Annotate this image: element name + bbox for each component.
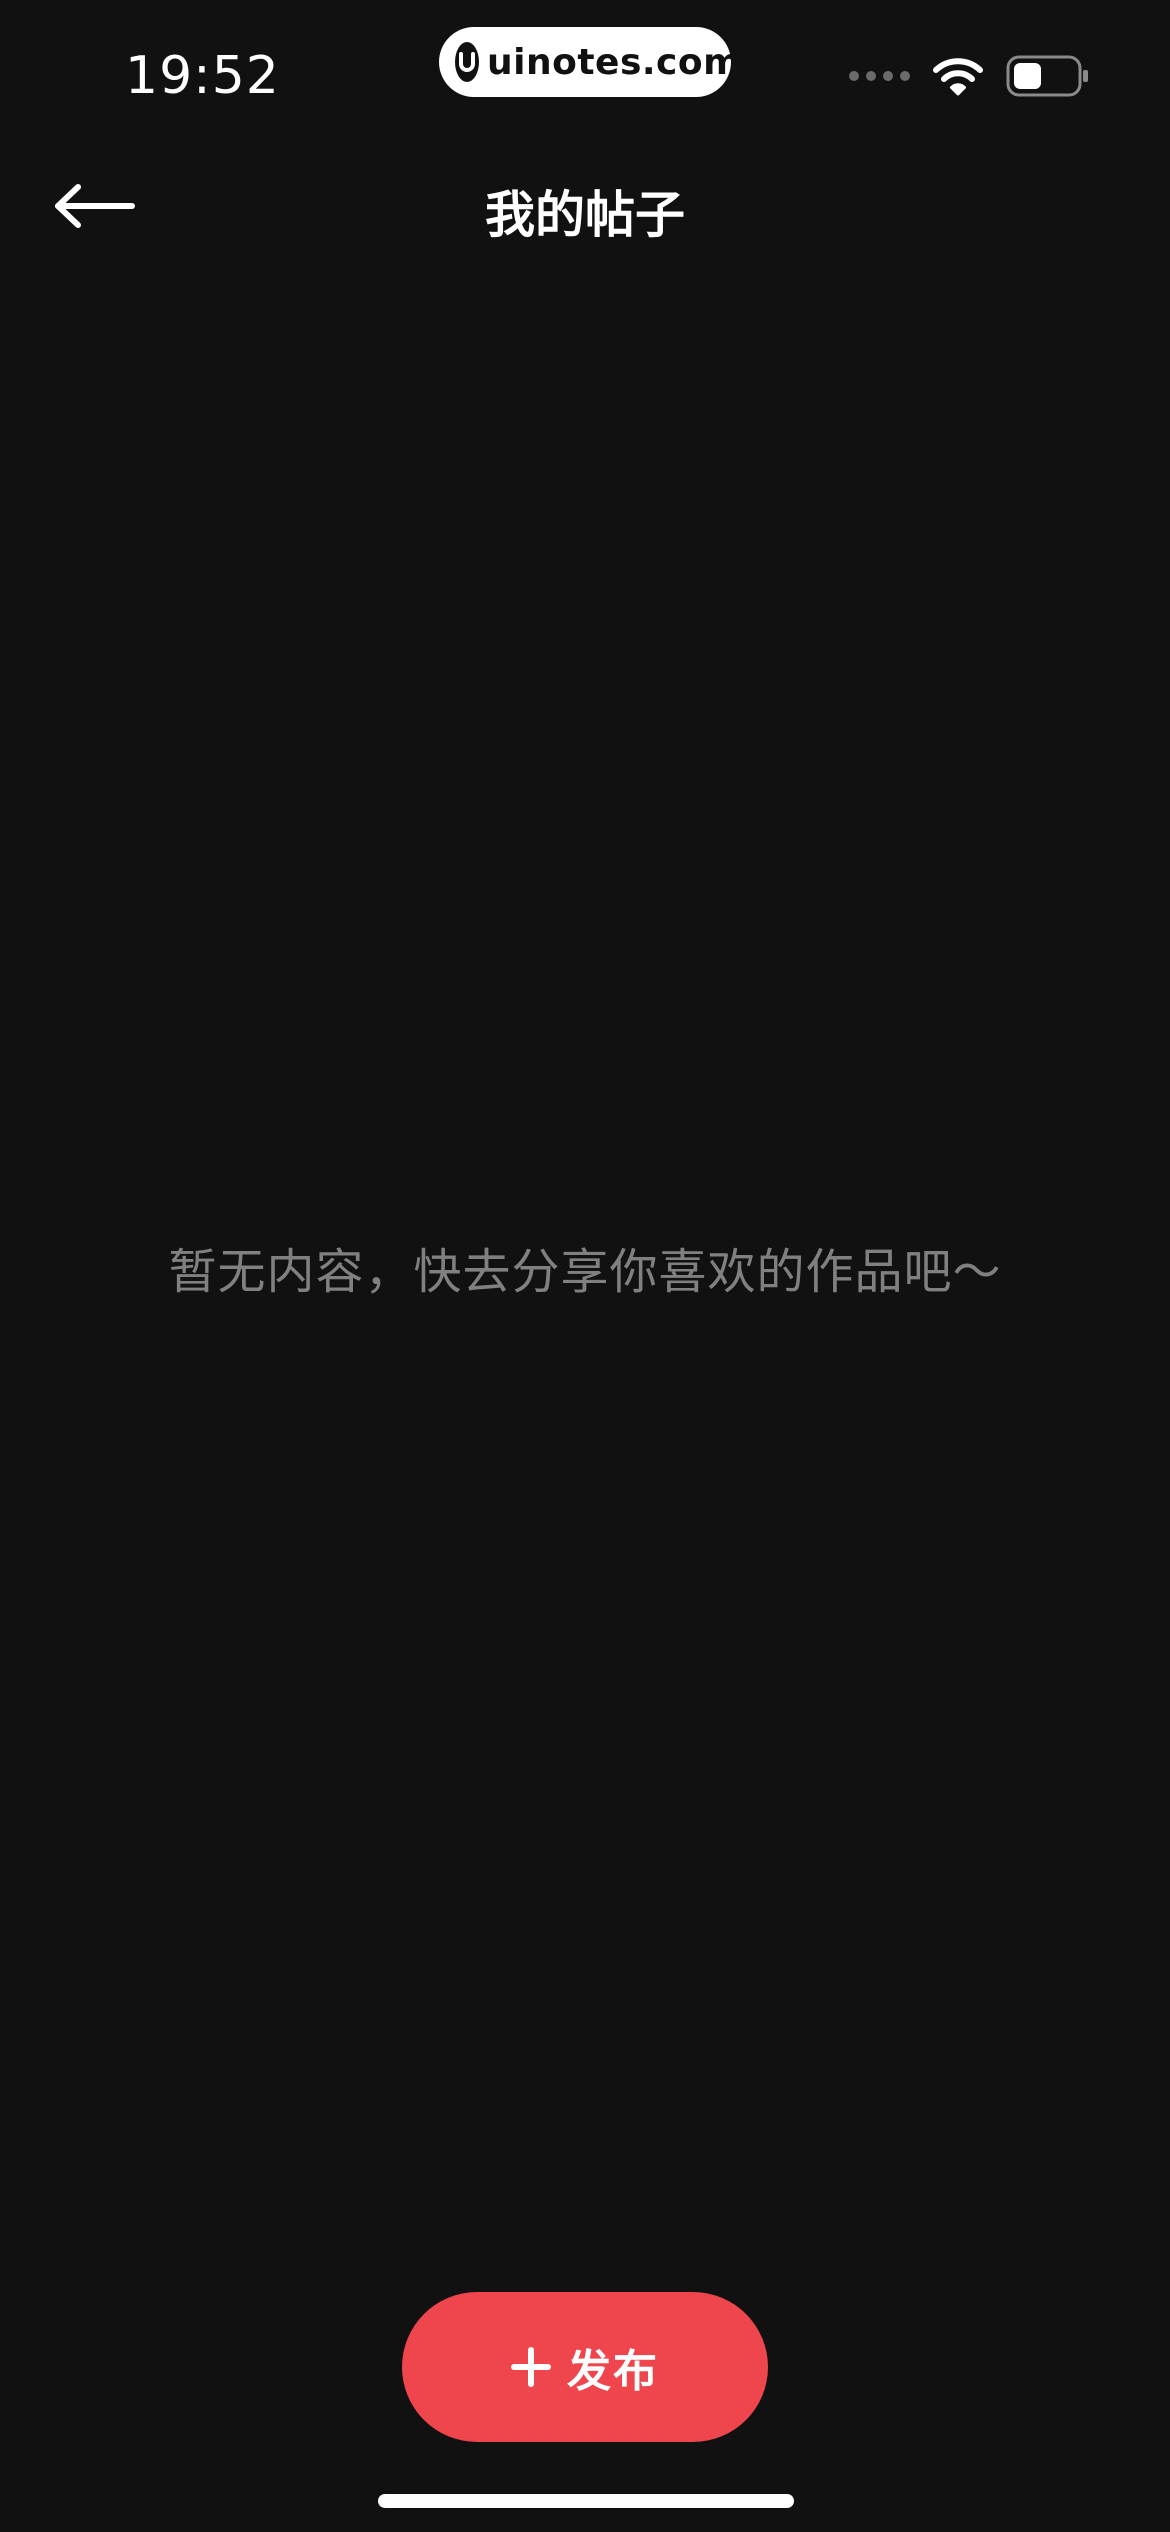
home-indicator[interactable] (378, 2494, 794, 2508)
page-title: 我的帖子 (485, 186, 685, 244)
wifi-icon (933, 58, 983, 96)
watermark-text: uinotes.com (487, 41, 742, 83)
plus-icon (511, 2347, 551, 2387)
publish-label: 发布 (567, 2346, 659, 2397)
status-icons (849, 55, 1090, 97)
publish-button[interactable]: 发布 (402, 2292, 768, 2442)
watermark-badge: uinotes.com (439, 27, 741, 97)
empty-state-message: 暂无内容，快去分享你喜欢的作品吧～ (168, 1244, 1002, 1300)
signal-dots-icon (849, 71, 910, 81)
battery-icon (1006, 55, 1088, 97)
uinotes-logo-icon (455, 42, 479, 82)
status-time: 19:52 (125, 46, 280, 106)
